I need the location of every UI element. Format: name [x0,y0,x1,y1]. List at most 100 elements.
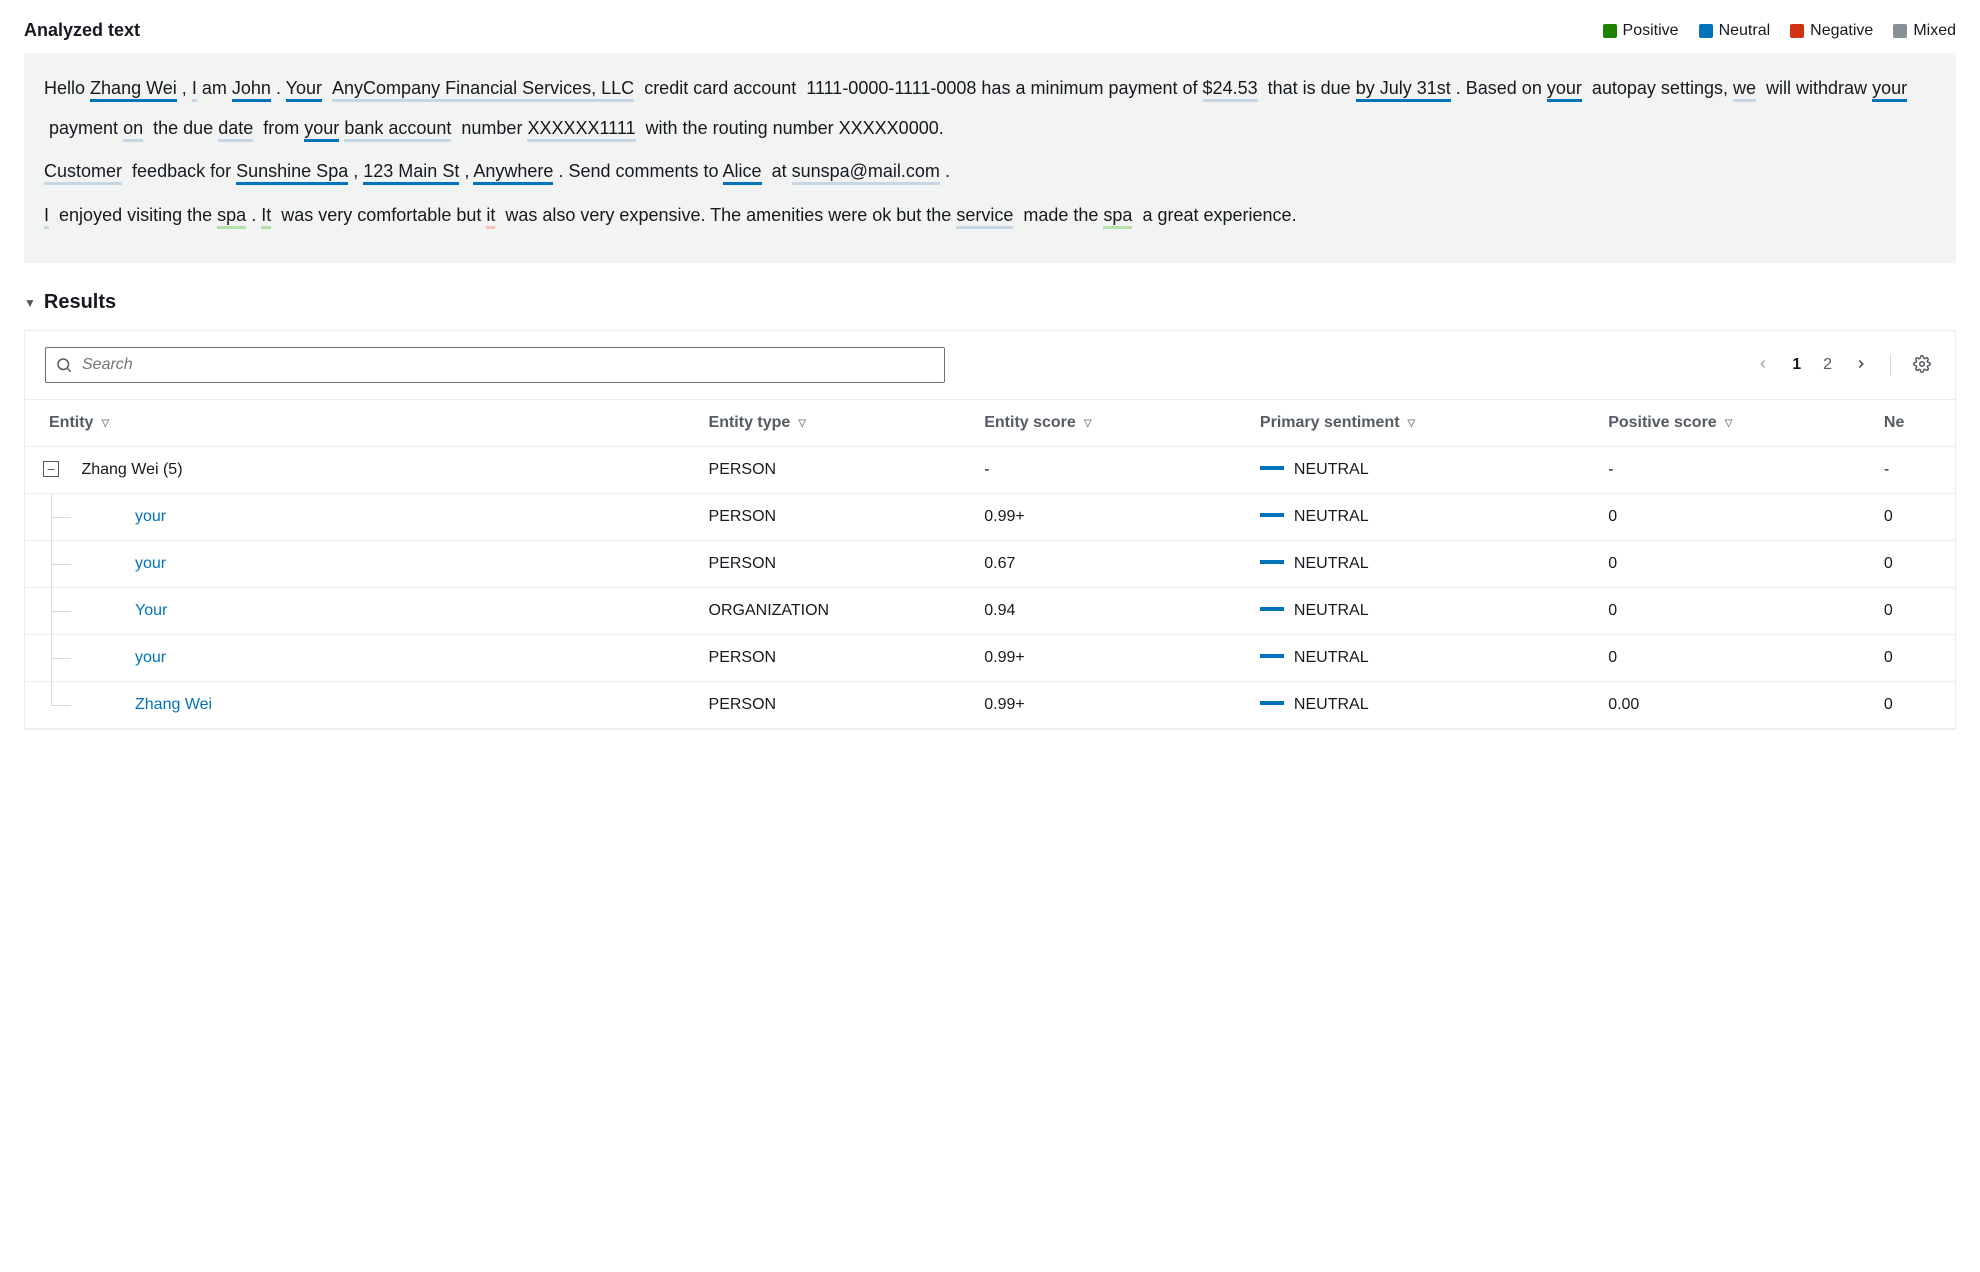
cell-type: ORGANIZATION [693,588,969,635]
entity-anywhere[interactable]: Anywhere [473,161,553,185]
chevron-left-icon [1756,357,1770,371]
cell-sentiment: NEUTRAL [1244,447,1592,494]
cell-positive: 0 [1592,588,1868,635]
entity-your-1[interactable]: your [1547,78,1582,102]
entity-link[interactable]: Zhang Wei [135,696,212,714]
entity-amount[interactable]: $24.53 [1203,78,1258,102]
entity-on[interactable]: on [123,118,143,142]
sort-icon: ▽ [1408,418,1416,429]
caret-down-icon: ▼ [24,296,36,310]
table-row: Your ORGANIZATION 0.94 NEUTRAL 0 0 [25,588,1955,635]
col-primary-sentiment[interactable]: Primary sentiment▽ [1244,400,1592,447]
legend-mixed: Mixed [1893,22,1956,40]
legend-positive: Positive [1603,22,1679,40]
cell-type: PERSON [693,541,969,588]
tree-branch-icon [25,508,81,526]
entity-due-date[interactable]: by July 31st [1356,78,1451,102]
cell-positive: - [1592,447,1868,494]
legend-neutral: Neutral [1699,22,1771,40]
tree-branch-icon [25,696,81,714]
cell-score: 0.99+ [968,635,1244,682]
entity-spa-2[interactable]: spa [1103,205,1132,229]
results-title: Results [44,291,116,314]
entity-i[interactable]: I [192,78,197,102]
entity-your-2[interactable]: your [1872,78,1907,102]
search-wrapper [45,347,945,383]
cell-negative: 0 [1868,541,1955,588]
cell-sentiment: NEUTRAL [1244,682,1592,729]
table-row: your PERSON 0.99+ NEUTRAL 0 0 [25,494,1955,541]
pager-next-button[interactable] [1850,353,1872,378]
cell-score: 0.99+ [968,682,1244,729]
positive-swatch-icon [1603,24,1617,38]
entity-your-3[interactable]: your [304,118,339,142]
pager-page-2[interactable]: 2 [1819,354,1836,376]
sentiment-legend: Positive Neutral Negative Mixed [1603,22,1956,40]
entity-masked-acct[interactable]: XXXXXX1111 [527,118,635,142]
results-toggle[interactable]: ▼ Results [24,291,1956,314]
entity-john[interactable]: John [232,78,271,102]
entity-link[interactable]: your [135,508,166,526]
sentiment-bar-icon [1260,513,1284,517]
entity-sunshine-spa[interactable]: Sunshine Spa [236,161,348,185]
entity-spa-1[interactable]: spa [217,205,246,229]
table-row: Zhang Wei PERSON 0.99+ NEUTRAL 0.00 0 [25,682,1955,729]
sentiment-bar-icon [1260,560,1284,564]
pager-prev-button[interactable] [1752,353,1774,378]
entity-it-1[interactable]: It [261,205,271,229]
sentiment-bar-icon [1260,607,1284,611]
sort-icon: ▽ [1084,418,1092,429]
legend-neutral-label: Neutral [1719,22,1771,40]
entity-we[interactable]: we [1733,78,1756,102]
results-table: Entity▽ Entity type▽ Entity score▽ Prima… [25,399,1955,729]
table-header-row: Entity▽ Entity type▽ Entity score▽ Prima… [25,400,1955,447]
entity-customer[interactable]: Customer [44,161,122,185]
cell-type: PERSON [693,682,969,729]
entity-your-cap[interactable]: Your [286,78,322,102]
entity-it-2[interactable]: it [486,205,495,229]
cell-sentiment: NEUTRAL [1244,588,1592,635]
col-entity-type[interactable]: Entity type▽ [693,400,969,447]
settings-button[interactable] [1909,351,1935,380]
legend-mixed-label: Mixed [1913,22,1956,40]
cell-positive: 0.00 [1592,682,1868,729]
cell-sentiment: NEUTRAL [1244,541,1592,588]
sentiment-bar-icon [1260,654,1284,658]
legend-positive-label: Positive [1623,22,1679,40]
entity-date[interactable]: date [218,118,253,142]
entity-bank-account[interactable]: bank account [344,118,451,142]
mixed-swatch-icon [1893,24,1907,38]
entity-anycompany[interactable]: AnyCompany Financial Services, LLC [332,78,634,102]
entity-email[interactable]: sunspa@mail.com [792,161,940,185]
entity-address[interactable]: 123 Main St [363,161,459,185]
cell-type: PERSON [693,494,969,541]
tree-branch-icon [25,602,81,620]
negative-swatch-icon [1790,24,1804,38]
entity-link[interactable]: your [135,649,166,667]
cell-negative: 0 [1868,588,1955,635]
section-title: Analyzed text [24,20,140,41]
entity-link[interactable]: your [135,555,166,573]
sentiment-bar-icon [1260,701,1284,705]
entity-zhang-wei[interactable]: Zhang Wei [90,78,177,102]
collapse-group-button[interactable]: − [43,461,59,477]
entity-alice[interactable]: Alice [723,161,762,185]
results-panel: 1 2 Entity▽ Entity type▽ Entity score▽ P… [24,330,1956,730]
entity-i-2[interactable]: I [44,205,49,229]
sort-icon: ▽ [101,418,109,429]
entity-link[interactable]: Your [135,602,167,620]
chevron-right-icon [1854,357,1868,371]
entity-service[interactable]: service [956,205,1013,229]
sort-icon: ▽ [798,418,806,429]
col-entity-score[interactable]: Entity score▽ [968,400,1244,447]
neutral-swatch-icon [1699,24,1713,38]
cell-negative: - [1868,447,1955,494]
analyzed-paragraph-3: I enjoyed visiting the spa . It was very… [44,196,1936,236]
col-negative-score[interactable]: Ne [1868,400,1955,447]
col-positive-score[interactable]: Positive score▽ [1592,400,1868,447]
gear-icon [1913,355,1931,373]
cell-type: PERSON [693,447,969,494]
col-entity[interactable]: Entity▽ [25,400,693,447]
pager-page-1[interactable]: 1 [1788,354,1805,376]
search-input[interactable] [45,347,945,383]
